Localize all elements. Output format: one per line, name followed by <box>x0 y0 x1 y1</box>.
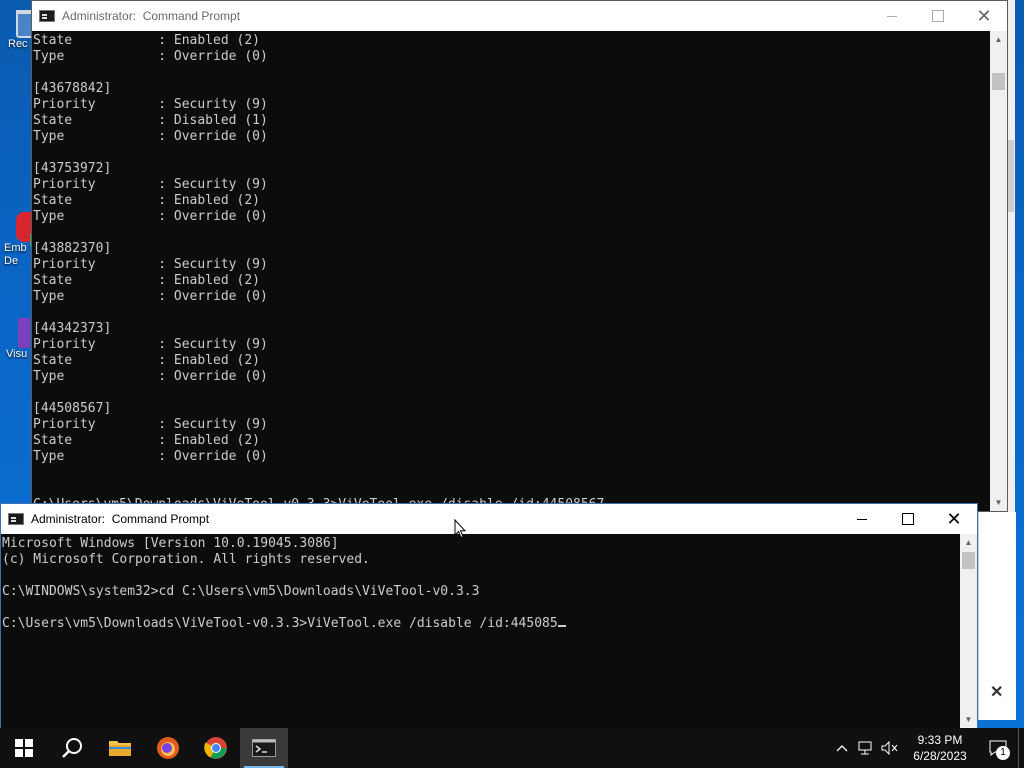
mouse-pointer-icon <box>454 519 466 539</box>
console-line: Priority : Security (9) <box>33 257 268 272</box>
scroll-down-icon[interactable]: ▼ <box>990 494 1007 511</box>
console-line: Type : Override (0) <box>33 449 268 464</box>
visual-studio-desktop-icon[interactable]: Visu <box>0 318 32 361</box>
minimize-button[interactable] <box>839 504 885 534</box>
console-line: C:\Users\vm5\Downloads\ViVeTool-v0.3.3>V… <box>2 616 960 632</box>
command-prompt-icon <box>252 739 276 757</box>
background-scroll-thumb[interactable] <box>1008 140 1014 212</box>
taskbar: 9:33 PM 6/28/2023 1 <box>0 728 1024 768</box>
console-line: [43882370] <box>33 241 112 256</box>
console-input-area[interactable]: Microsoft Windows [Version 10.0.19045.30… <box>1 534 960 728</box>
console-line: C:\WINDOWS\system32>cd C:\Users\vm5\Down… <box>2 584 480 599</box>
action-center-button[interactable]: 1 <box>978 728 1018 768</box>
taskbar-chrome[interactable] <box>192 728 240 768</box>
window-title: Administrator: Command Prompt <box>31 512 210 526</box>
console-line: Type : Override (0) <box>33 49 268 64</box>
command-prompt-window-bottom: Administrator: Command Prompt ✕ Microsof… <box>0 503 978 729</box>
console-line: (c) Microsoft Corporation. All rights re… <box>2 552 370 567</box>
console-line: [43753972] <box>33 161 112 176</box>
console-line: [44508567] <box>33 401 112 416</box>
console-line: Priority : Security (9) <box>33 97 268 112</box>
windows-logo-icon <box>15 739 33 757</box>
system-tray: 9:33 PM 6/28/2023 1 <box>830 728 1024 768</box>
embarcadero-label: Emb De <box>4 242 27 267</box>
console-line: State : Enabled (2) <box>33 433 260 448</box>
console-line: State : Enabled (2) <box>33 193 260 208</box>
visual-studio-app-icon <box>18 318 30 348</box>
vertical-scrollbar[interactable]: ▲ ▼ <box>960 534 977 728</box>
console-line: Type : Override (0) <box>33 129 268 144</box>
command-prompt-window-top: Administrator: Command Prompt ✕ State : … <box>31 0 1008 512</box>
visual-studio-label: Visu <box>6 348 28 360</box>
taskbar-clock[interactable]: 9:33 PM 6/28/2023 <box>902 732 978 764</box>
clock-date: 6/28/2023 <box>913 749 967 763</box>
scroll-thumb[interactable] <box>962 552 975 569</box>
console-line: Priority : Security (9) <box>33 417 268 432</box>
minimize-button[interactable] <box>869 1 915 31</box>
folder-icon <box>109 741 131 756</box>
notification-badge: 1 <box>996 746 1010 760</box>
search-button[interactable] <box>48 728 96 768</box>
console-line: Microsoft Windows [Version 10.0.19045.30… <box>2 536 339 551</box>
scroll-up-icon[interactable]: ▲ <box>990 31 1007 48</box>
embarcadero-app-icon <box>16 212 42 246</box>
chevron-up-icon[interactable] <box>830 728 854 768</box>
recycle-bin-desktop-icon[interactable]: Rec <box>0 10 38 51</box>
volume-muted-icon[interactable] <box>878 728 902 768</box>
scroll-down-icon[interactable]: ▼ <box>960 711 977 728</box>
text-cursor <box>557 625 566 627</box>
window-title: Administrator: Command Prompt <box>62 9 241 23</box>
console-line: Type : Override (0) <box>33 209 268 224</box>
console-line: State : Enabled (2) <box>33 353 260 368</box>
console-line: Priority : Security (9) <box>33 177 268 192</box>
taskbar-command-prompt[interactable] <box>240 728 288 768</box>
maximize-button[interactable] <box>885 504 931 534</box>
console-line: Type : Override (0) <box>33 369 268 384</box>
console-line: [44342373] <box>33 321 112 336</box>
network-icon[interactable] <box>854 728 878 768</box>
close-button[interactable]: ✕ <box>961 1 1007 31</box>
chrome-icon <box>204 737 227 759</box>
search-icon <box>62 738 82 758</box>
show-desktop-button[interactable] <box>1018 728 1024 768</box>
title-bar[interactable]: Administrator: Command Prompt ✕ <box>32 1 1007 31</box>
scroll-thumb[interactable] <box>992 73 1005 90</box>
console-line: State : Disabled (1) <box>33 113 268 128</box>
command-prompt-icon[interactable] <box>39 10 55 22</box>
scroll-up-icon[interactable]: ▲ <box>960 534 977 551</box>
vertical-scrollbar[interactable]: ▲ ▼ <box>990 31 1007 511</box>
clock-time: 9:33 PM <box>917 733 963 747</box>
firefox-icon <box>157 737 179 759</box>
console-line: Type : Override (0) <box>33 289 268 304</box>
taskbar-file-explorer[interactable] <box>96 728 144 768</box>
title-bar[interactable]: Administrator: Command Prompt ✕ <box>1 504 977 534</box>
console-line: [43678842] <box>33 81 112 96</box>
console-line: State : Enabled (2) <box>33 33 260 48</box>
maximize-button[interactable] <box>915 1 961 31</box>
recycle-bin-label: Rec <box>8 38 28 50</box>
command-prompt-icon[interactable] <box>8 513 24 525</box>
console-line: State : Enabled (2) <box>33 273 260 288</box>
close-button[interactable]: ✕ <box>931 504 977 534</box>
start-button[interactable] <box>0 728 48 768</box>
close-icon[interactable]: ✕ <box>990 682 1003 702</box>
taskbar-firefox[interactable] <box>144 728 192 768</box>
console-output[interactable]: State : Enabled (2) Type : Override (0) [… <box>32 31 990 511</box>
embarcadero-desktop-icon[interactable]: Emb De <box>0 212 42 268</box>
console-line: Priority : Security (9) <box>33 337 268 352</box>
